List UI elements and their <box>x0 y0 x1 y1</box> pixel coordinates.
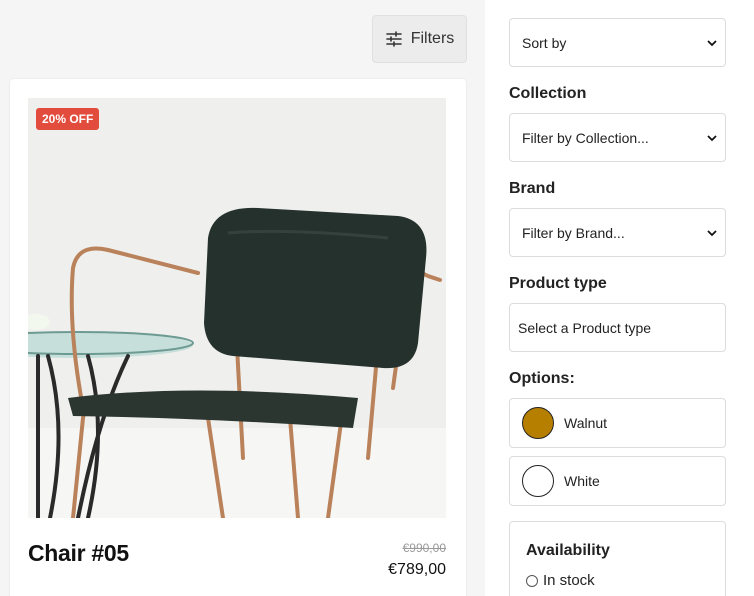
option-walnut[interactable]: Walnut <box>509 398 726 448</box>
availability-panel: Availability In stock <box>509 521 726 596</box>
availability-title: Availability <box>526 542 610 559</box>
walnut-swatch <box>522 407 554 439</box>
product-type-label: Product type <box>509 275 607 292</box>
sort-by-select[interactable]: Sort by <box>509 18 726 67</box>
options-label: Options: <box>509 370 575 387</box>
chevron-down-icon <box>707 229 717 236</box>
brand-select[interactable]: Filter by Brand... <box>509 208 726 257</box>
sliders-icon <box>385 31 402 47</box>
filters-label: Filters <box>410 30 455 47</box>
brand-label: Brand <box>509 180 556 197</box>
white-swatch <box>522 465 554 497</box>
product-type-select[interactable]: Select a Product type <box>509 303 726 352</box>
sale-badge: 20% OFF <box>36 108 100 130</box>
option-white[interactable]: White <box>509 456 726 506</box>
chevron-down-icon <box>707 39 717 46</box>
radio-icon[interactable] <box>526 574 538 587</box>
collection-select[interactable]: Filter by Collection... <box>509 113 726 162</box>
collection-value: Filter by Collection... <box>522 129 649 146</box>
product-image[interactable] <box>28 98 446 518</box>
brand-value: Filter by Brand... <box>522 224 625 241</box>
product-type-value: Select a Product type <box>518 319 652 336</box>
chevron-down-icon <box>707 134 717 141</box>
product-card[interactable]: 20% OFF Chair #05 €990,00 €789,00 <box>10 79 466 596</box>
in-stock-option[interactable]: In stock <box>526 572 595 589</box>
product-grid-area: Filters 20% OFF Chair #05 €990,00 €789,0… <box>0 0 485 596</box>
filters-button[interactable]: Filters <box>372 15 467 63</box>
sort-by-value: Sort by <box>522 34 567 51</box>
option-walnut-label: Walnut <box>564 415 608 431</box>
option-white-label: White <box>564 473 600 489</box>
filter-sidebar: Sort by Collection Filter by Collection.… <box>485 0 754 596</box>
in-stock-label: In stock <box>543 572 595 589</box>
collection-label: Collection <box>509 85 587 102</box>
price-original: €990,00 <box>402 541 446 555</box>
product-title[interactable]: Chair #05 <box>28 540 129 567</box>
price-sale: €789,00 <box>388 561 446 578</box>
